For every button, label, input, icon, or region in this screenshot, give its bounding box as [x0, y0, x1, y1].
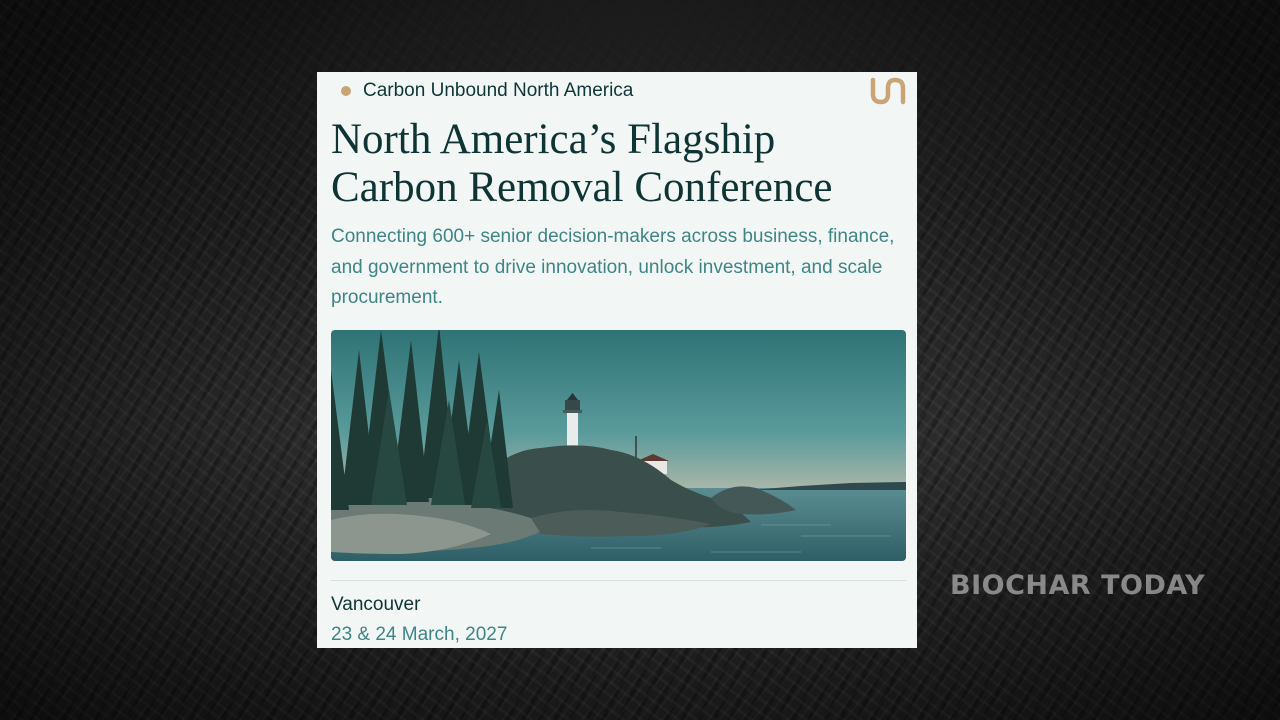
page-title: North America’s Flagship Carbon Removal … [331, 116, 907, 212]
conference-card: Carbon Unbound North America North Ameri… [317, 72, 917, 648]
title-line-1: North America’s Flagship [331, 116, 776, 163]
event-dates: 23 & 24 March, 2027 [331, 624, 508, 645]
eyebrow-row: Carbon Unbound North America [341, 80, 633, 102]
bullet-dot-icon [341, 86, 351, 96]
card-divider [331, 580, 906, 581]
description-text: Connecting 600+ senior decision-makers a… [331, 226, 895, 308]
lighthouse-hero-image [331, 330, 906, 561]
biochar-today-watermark: BIOCHAR TODAY [950, 570, 1206, 601]
eyebrow-label: Carbon Unbound North America [363, 80, 634, 101]
event-location: Vancouver [331, 594, 421, 615]
title-line-2: Carbon Removal Conference [331, 164, 833, 211]
carbon-unbound-logo-icon [870, 77, 906, 105]
